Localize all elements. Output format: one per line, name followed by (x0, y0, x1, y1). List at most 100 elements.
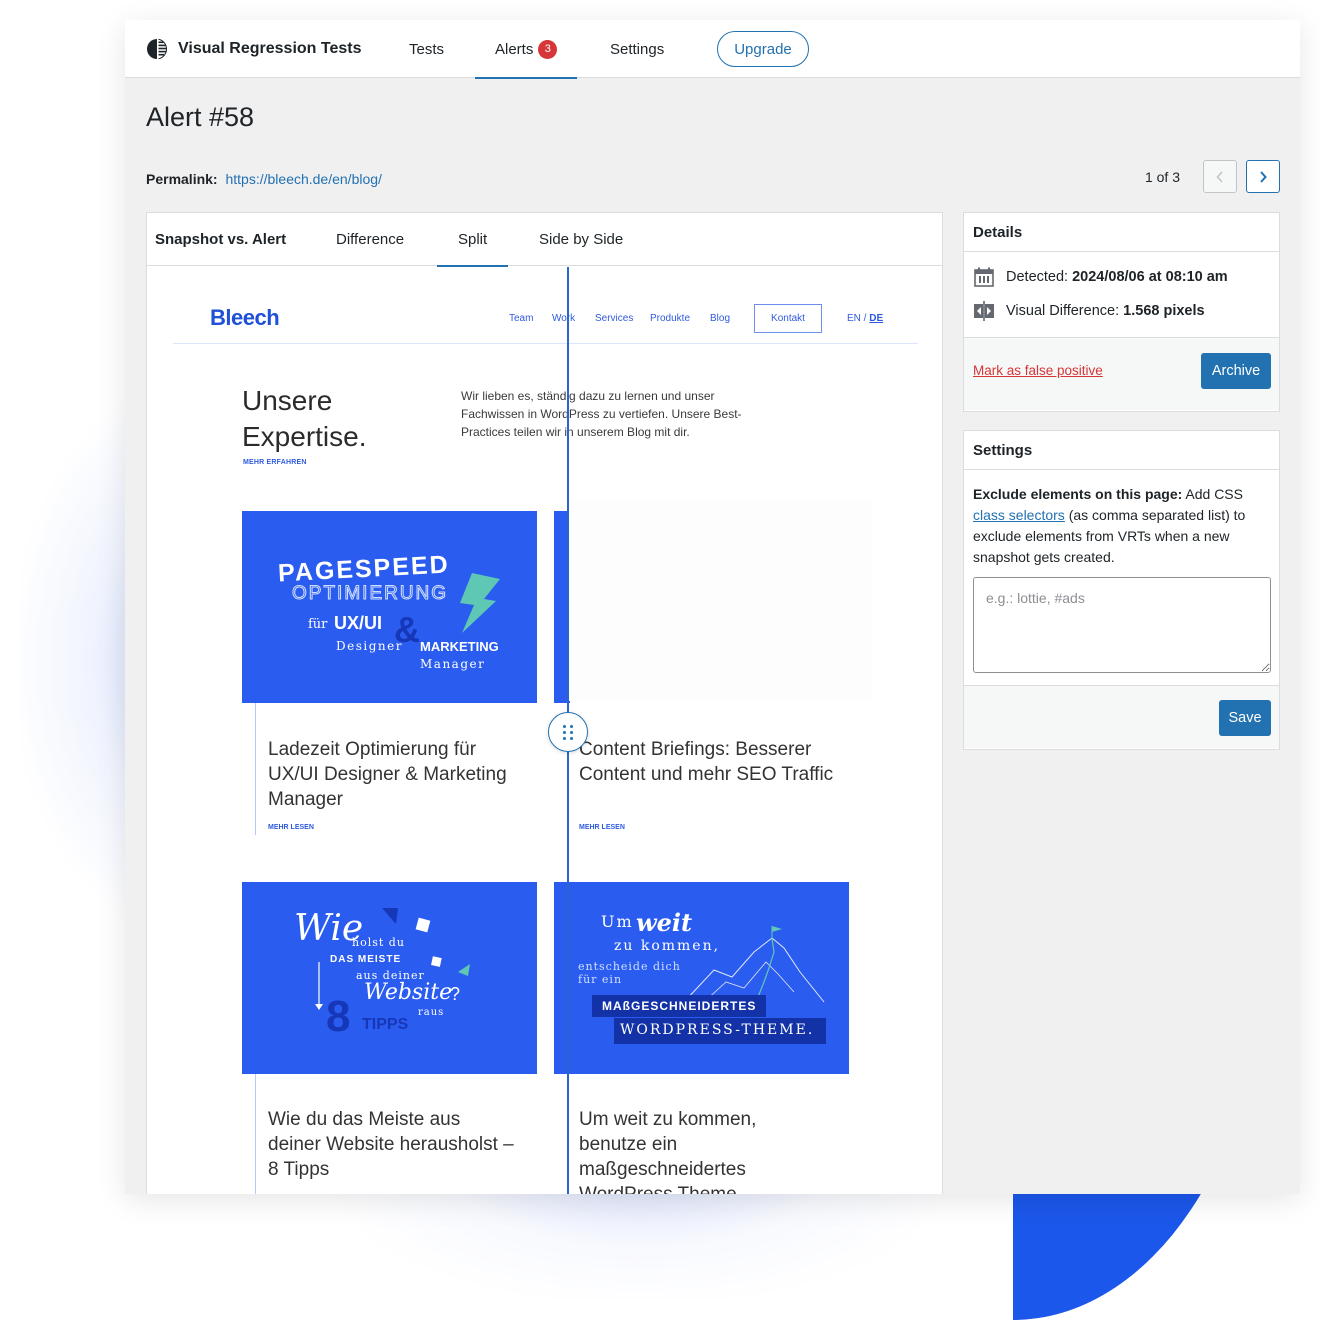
exclude-text: Add CSS (1182, 486, 1243, 502)
image-text: Um (601, 912, 634, 931)
site-nav-item: Services (595, 313, 634, 324)
card-title: Content Briefings: Besserer Content und … (579, 739, 834, 785)
nav-alerts[interactable]: Alerts 3 (475, 20, 578, 79)
details-body: Detected: 2024/08/06 at 08:10 am Visual … (964, 252, 1279, 337)
details-actions: Mark as false positive Archive (964, 337, 1279, 410)
image-text: für ein (578, 973, 623, 986)
image-text: WORDPRESS-THEME. (620, 1022, 815, 1038)
card-title: Wie du das Meiste aus deiner Website her… (268, 1109, 514, 1180)
brand[interactable]: Visual Regression Tests (146, 38, 361, 60)
alert-pager: 1 of 3 (1145, 160, 1280, 193)
exclude-selectors-input[interactable] (973, 577, 1271, 673)
chevron-right-icon (1260, 170, 1267, 183)
card-image-missing-area (567, 501, 872, 701)
nav-settings-label: Settings (610, 40, 665, 58)
archive-button[interactable]: Archive (1201, 353, 1271, 389)
upgrade-button[interactable]: Upgrade (717, 31, 809, 67)
image-text: & (394, 609, 420, 650)
lang-en: EN (847, 313, 861, 324)
previous-alert-button[interactable] (1203, 160, 1237, 193)
next-alert-button[interactable] (1246, 160, 1280, 193)
app-title: Visual Regression Tests (178, 39, 362, 57)
permalink: Permalink: https://bleech.de/en/blog/ (146, 171, 382, 187)
top-navigation: Visual Regression Tests Tests Alerts 3 S… (125, 20, 1300, 79)
alerts-count-badge: 3 (538, 39, 558, 59)
settings-title: Settings (964, 431, 1279, 470)
nav-tests-label: Tests (409, 40, 445, 58)
chevron-left-icon (1216, 170, 1223, 183)
site-contact-button: Kontakt (754, 304, 822, 333)
site-nav-item: Work (552, 313, 576, 324)
lang-separator: / (860, 313, 870, 324)
permalink-link[interactable]: https://bleech.de/en/blog/ (225, 171, 381, 187)
viewer-tabs: Snapshot vs. Alert Difference Split Side… (147, 213, 942, 267)
image-text: MAßGESCHNEIDERTES (602, 999, 757, 1013)
image-text: UX/UI (334, 613, 383, 633)
card-title: Ladezeit Optimierung für UX/UI Designer … (268, 739, 507, 810)
half-circle-logo-icon (147, 38, 167, 59)
image-text: für (308, 617, 328, 632)
site-nav-item: Team (509, 313, 534, 324)
details-title: Details (964, 213, 1279, 252)
card-image-pagespeed: PAGESPEED OPTIMIERUNG für UX/UI Designer… (242, 511, 537, 703)
viewer-title: Snapshot vs. Alert (155, 231, 287, 248)
comparison-viewer: Snapshot vs. Alert Difference Split Side… (146, 212, 943, 1194)
lightning-bolt-icon (460, 573, 500, 633)
card-image-wordpress-theme: Um weit zu kommen, entscheide dich für e… (554, 882, 849, 1074)
visual-difference-label: Visual Difference: (1006, 303, 1120, 319)
tab-side-by-side[interactable]: Side by Side (539, 213, 623, 266)
hero-title-line-1: Unsere (242, 385, 333, 416)
image-text: Designer (336, 639, 403, 653)
decorative-quarter-circle (1013, 1194, 1215, 1320)
image-text: entscheide dich (578, 960, 681, 973)
calendar-icon (974, 267, 994, 287)
exclude-label: Exclude elements on this page: (973, 486, 1183, 502)
nav-alerts-label: Alerts (495, 40, 534, 58)
card-title: Um weit zu kommen, benutze ein maßgeschn… (579, 1109, 757, 1194)
hero-title-line-2: Expertise. (242, 421, 367, 452)
detected-row: Detected: 2024/08/06 at 08:10 am (973, 260, 1270, 294)
card-more-link: MEHR LESEN (579, 824, 625, 831)
page-title: Alert #58 (146, 102, 255, 132)
hero-text: Wir lieben es, ständig dazu zu lernen un… (461, 389, 742, 439)
drag-handle-icon (563, 724, 573, 740)
site-nav-item: Blog (710, 313, 731, 324)
pager-count: 1 of 3 (1144, 168, 1180, 185)
split-drag-handle[interactable] (548, 712, 588, 752)
image-text: Manager (420, 657, 486, 671)
exclude-description: Exclude elements on this page: Add CSS c… (973, 484, 1270, 568)
nav-settings[interactable]: Settings (610, 20, 664, 78)
confetti-shapes-icon (315, 908, 470, 1010)
nav-tests[interactable]: Tests (409, 20, 444, 78)
image-text: OPTIMIERUNG (291, 583, 449, 605)
visual-difference-value: 1.568 pixels (1123, 303, 1205, 319)
class-selectors-link[interactable]: class selectors (973, 507, 1065, 523)
visual-difference-row: Visual Difference: 1.568 pixels (973, 294, 1270, 328)
settings-actions: Save (964, 685, 1279, 748)
site-nav-item: Produkte (650, 313, 691, 324)
hero-more-link: MEHR ERFAHREN (243, 459, 307, 466)
settings-panel: Settings Exclude elements on this page: … (963, 430, 1280, 750)
hero-title: Unsere Expertise. (242, 383, 367, 455)
detected-label: Detected: (1006, 269, 1069, 285)
site-language-switch: EN / DE (847, 313, 883, 324)
card-more-link: MEHR LESEN (268, 824, 314, 831)
website-screenshot: Bleech Team Work Services Produkte Blog … (147, 267, 942, 1194)
compare-split-icon (974, 301, 994, 321)
site-logo: Bleech (210, 305, 280, 330)
image-text: MARKETING (420, 639, 499, 654)
settings-body: Exclude elements on this page: Add CSS c… (964, 470, 1279, 685)
tab-difference[interactable]: Difference (336, 213, 404, 266)
save-button[interactable]: Save (1219, 700, 1271, 736)
tab-split[interactable]: Split (436, 213, 509, 267)
detected-value: 2024/08/06 at 08:10 am (1072, 269, 1228, 285)
mark-false-positive-link[interactable]: Mark as false positive (973, 363, 1103, 378)
details-panel: Details Detected: 2024/08/06 at 08:10 am (963, 212, 1280, 412)
card-accent-line (255, 1074, 256, 1194)
card-accent-line (255, 703, 256, 835)
card-image-8-tipps: Wie holst du DAS MEISTE aus deiner Websi… (242, 882, 537, 1074)
app-window: Visual Regression Tests Tests Alerts 3 S… (125, 20, 1300, 1194)
site-header-divider (173, 343, 918, 344)
permalink-label: Permalink: (146, 171, 218, 187)
lang-de: DE (869, 313, 884, 324)
